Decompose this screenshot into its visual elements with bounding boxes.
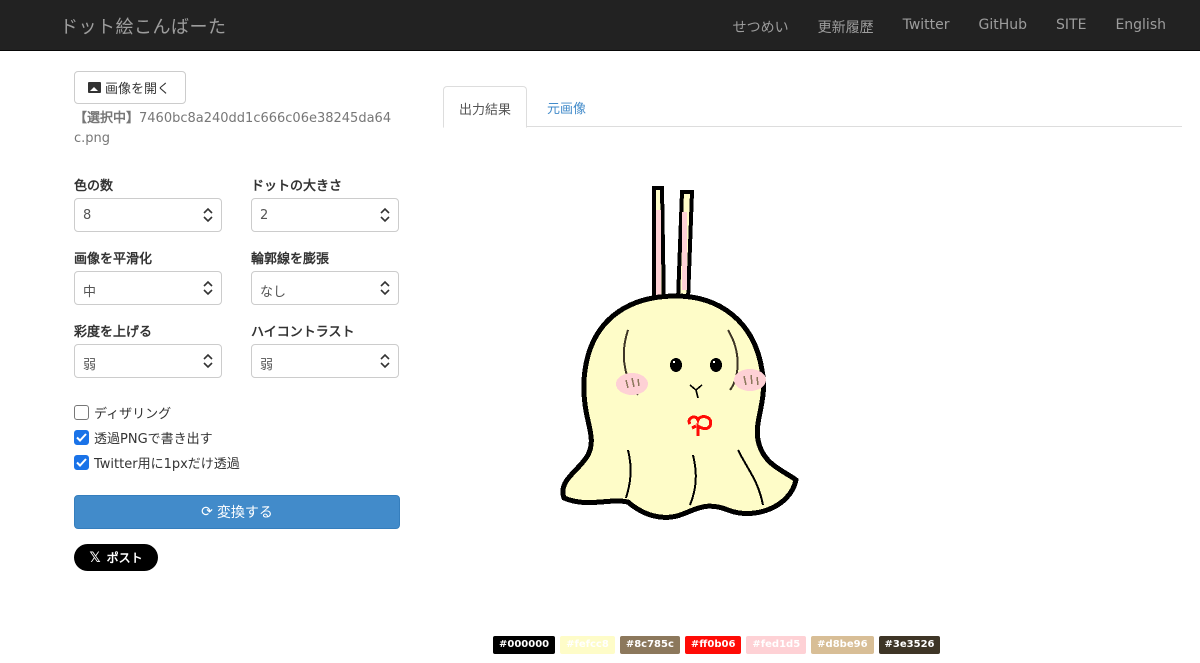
palette-swatch: #8c785c [619, 636, 680, 654]
twitter-transparent-checkbox-row[interactable]: Twitter用に1pxだけ透過 [74, 453, 240, 472]
selected-prefix: 【選択中】 [74, 111, 140, 126]
nav-link-github[interactable]: GitHub [964, 0, 1042, 51]
dithering-checkbox[interactable] [74, 405, 89, 420]
image-icon [88, 82, 101, 93]
select-arrows-icon [203, 207, 213, 223]
check-icon [76, 433, 87, 442]
select-arrows-icon [380, 353, 390, 369]
select-arrows-icon [203, 280, 213, 296]
open-image-label: 画像を開く [105, 82, 171, 97]
smoothing-select[interactable]: 中 [74, 271, 222, 305]
outline-expand-value: なし [260, 285, 287, 300]
color-count-select[interactable]: 8 [74, 198, 222, 232]
tab-output[interactable]: 出力結果 [443, 86, 528, 128]
tab-original[interactable]: 元画像 [532, 86, 601, 127]
twitter-transparent-checkbox[interactable] [74, 455, 89, 470]
palette-swatch: #ff0b06 [684, 636, 742, 654]
twitter-transparent-label: Twitter用に1pxだけ透過 [94, 457, 240, 472]
convert-button[interactable]: ⟳ 変換する [74, 495, 400, 529]
transparent-png-label: 透過PNGで書き出す [94, 432, 213, 447]
color-count-value: 8 [83, 208, 92, 223]
select-arrows-icon [380, 207, 390, 223]
refresh-icon: ⟳ [201, 504, 213, 520]
nav-links: せつめい 更新履歴 Twitter GitHub SITE English [718, 0, 1200, 51]
high-contrast-label: ハイコントラスト [251, 325, 355, 340]
open-image-button[interactable]: 画像を開く [74, 71, 186, 104]
transparent-png-checkbox-row[interactable]: 透過PNGで書き出す [74, 428, 213, 447]
palette-swatch: #000000 [493, 636, 556, 654]
check-icon [76, 458, 87, 467]
x-logo-icon: 𝕏 [89, 549, 101, 566]
smoothing-value: 中 [83, 285, 97, 300]
convert-label: 変換する [216, 505, 273, 521]
nav-link-site[interactable]: SITE [1041, 0, 1100, 51]
dot-size-select[interactable]: 2 [251, 198, 399, 232]
output-pixel-image [560, 186, 799, 520]
smoothing-label: 画像を平滑化 [74, 252, 153, 267]
high-contrast-select[interactable]: 弱 [251, 344, 399, 378]
navbar: ドット絵こんばーた せつめい 更新履歴 Twitter GitHub SITE … [0, 0, 1200, 51]
nav-link-english[interactable]: English [1100, 0, 1200, 51]
dot-size-label: ドットの大きさ [251, 179, 343, 194]
nav-link-setsumei[interactable]: せつめい [718, 0, 803, 51]
nav-link-twitter[interactable]: Twitter [888, 0, 964, 51]
result-tabs: 出力結果 元画像 [443, 86, 1182, 128]
palette-swatch: #fed1d5 [746, 636, 807, 654]
color-count-label: 色の数 [74, 179, 114, 194]
outline-expand-label: 輪郭線を膨張 [251, 252, 330, 267]
saturation-label: 彩度を上げる [74, 325, 153, 340]
brand-title[interactable]: ドット絵こんばーた [60, 13, 227, 39]
post-label: ポスト [106, 551, 143, 565]
outline-expand-select[interactable]: なし [251, 271, 399, 305]
nav-link-changelog[interactable]: 更新履歴 [803, 0, 888, 51]
color-palette: #000000 #fefcc8 #8c785c #ff0b06 #fed1d5 … [443, 636, 941, 654]
palette-swatch: #3e3526 [878, 636, 941, 654]
select-arrows-icon [203, 353, 213, 369]
x-post-button[interactable]: 𝕏 ポスト [74, 544, 158, 571]
palette-swatch [443, 636, 488, 654]
palette-swatch: #d8be96 [811, 636, 874, 654]
selected-file-info: 【選択中】7460bc8a240dd1c666c06e38245da64c.pn… [74, 109, 400, 149]
saturation-select[interactable]: 弱 [74, 344, 222, 378]
high-contrast-value: 弱 [260, 358, 274, 373]
dithering-checkbox-row[interactable]: ディザリング [74, 403, 171, 422]
saturation-value: 弱 [83, 358, 97, 373]
select-arrows-icon [380, 280, 390, 296]
palette-swatch: #fefcc8 [560, 636, 615, 654]
dithering-label: ディザリング [94, 407, 172, 422]
transparent-png-checkbox[interactable] [74, 430, 89, 445]
dot-size-value: 2 [260, 208, 269, 223]
